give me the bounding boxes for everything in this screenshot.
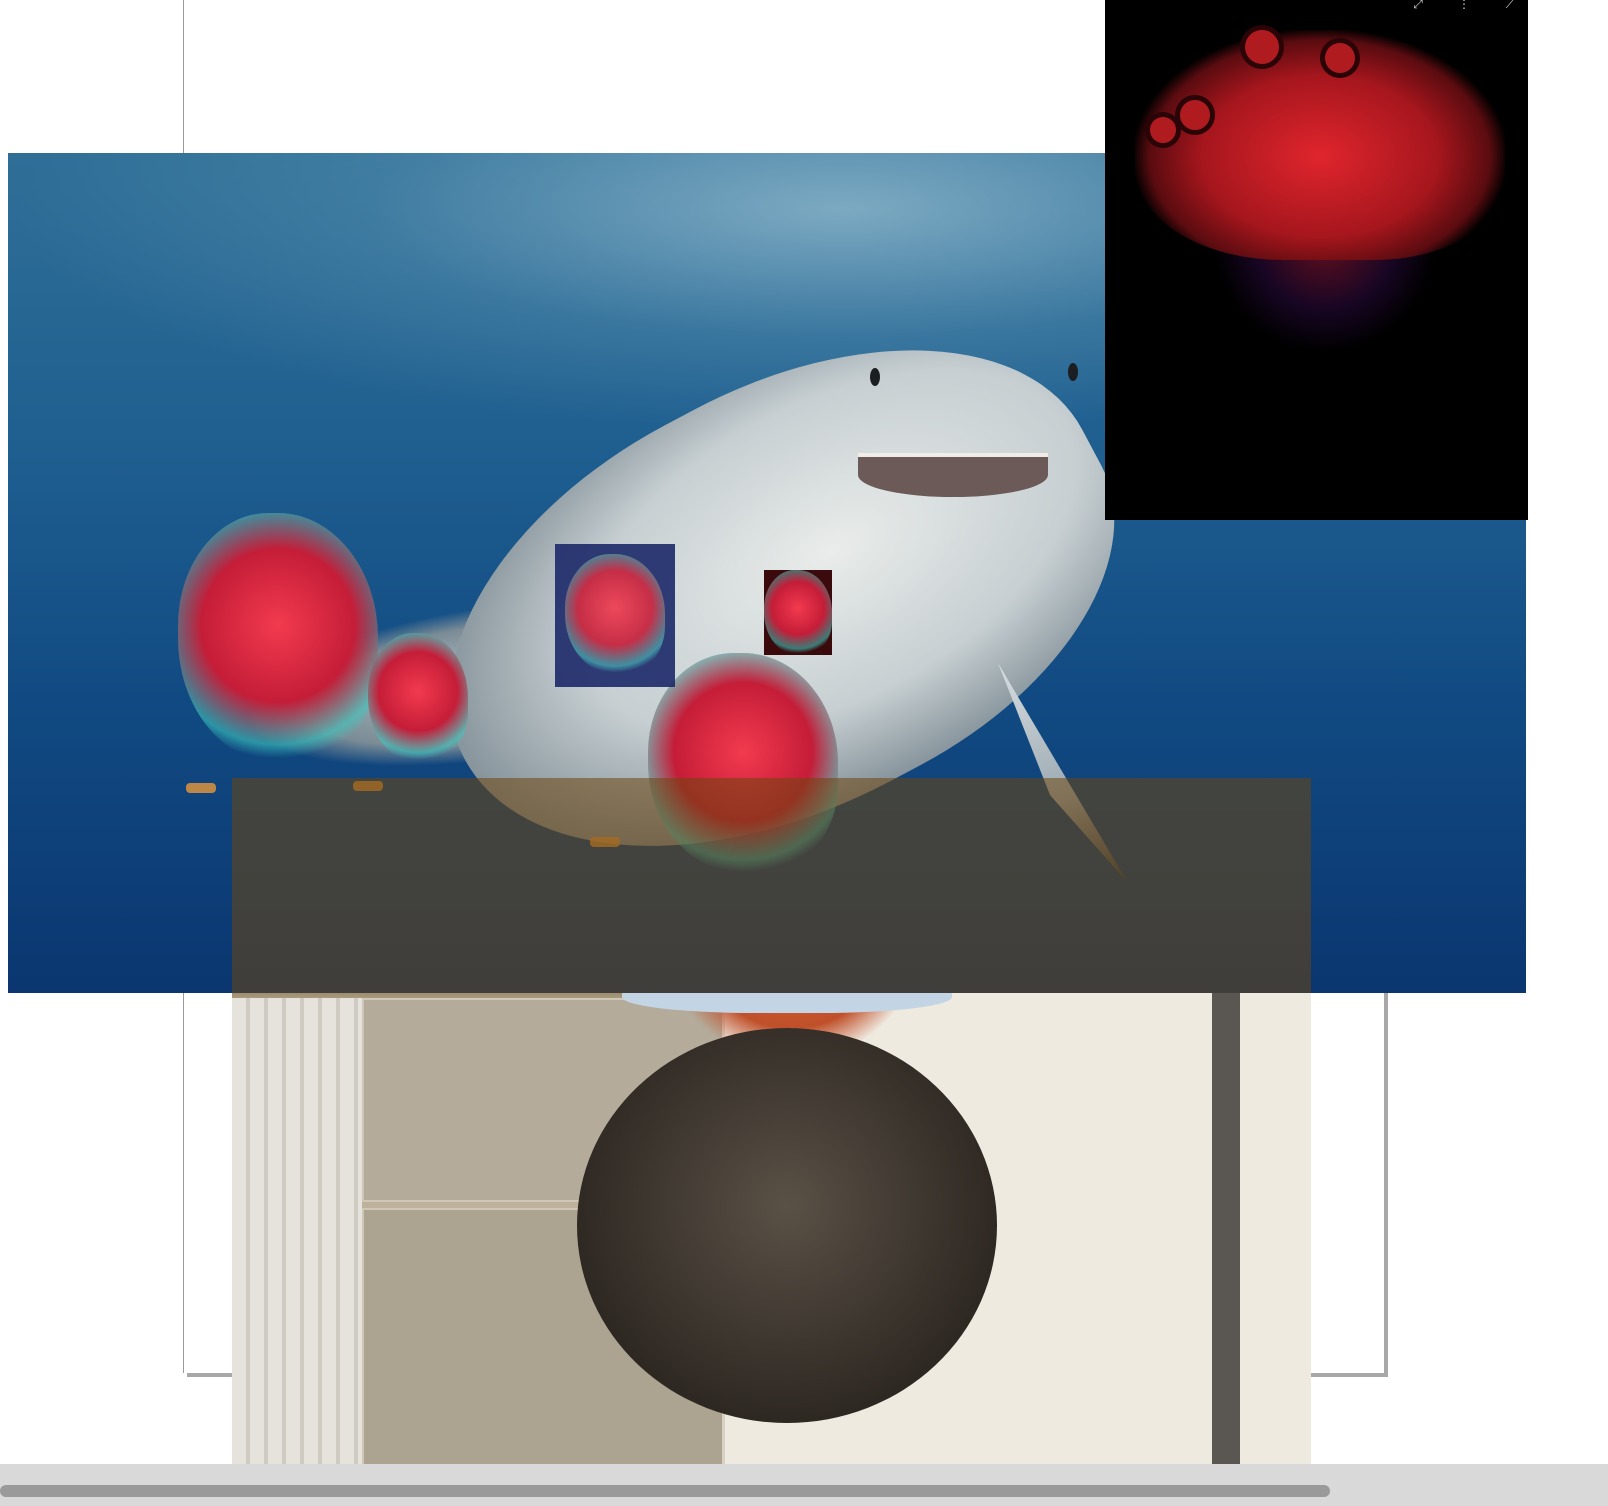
heart-thumbnail bbox=[764, 570, 832, 655]
heart-collage-image bbox=[764, 570, 832, 655]
heart-vessel bbox=[1240, 25, 1284, 69]
scrollbar-thumb[interactable] bbox=[0, 1485, 1330, 1497]
heart-vessel bbox=[1320, 38, 1360, 78]
shower-curtain bbox=[232, 998, 362, 1464]
pipe bbox=[1212, 993, 1240, 1464]
heart-thumbnail bbox=[555, 544, 675, 687]
person-hair bbox=[577, 1028, 997, 1423]
heart-vessel bbox=[1145, 112, 1181, 148]
heart-collage-image bbox=[368, 633, 468, 763]
more-vert-icon[interactable]: ⋮ bbox=[1457, 0, 1471, 11]
tint-overlay bbox=[232, 778, 1311, 993]
expand-icon[interactable]: ⤢ bbox=[1411, 0, 1425, 11]
shark-mouth bbox=[858, 453, 1048, 497]
logo-stamp bbox=[186, 783, 216, 793]
close-icon[interactable]: ⟋ bbox=[1503, 0, 1517, 11]
shark-eye bbox=[870, 368, 880, 386]
heart-organ bbox=[1135, 30, 1505, 260]
heart-collage-image bbox=[178, 513, 378, 763]
heart-image-panel: ⤢ ⋮ ⟋ bbox=[1105, 0, 1528, 520]
heart-collage-image bbox=[565, 554, 665, 674]
heart-vessel bbox=[1175, 95, 1215, 135]
shark-eye bbox=[1068, 363, 1078, 381]
